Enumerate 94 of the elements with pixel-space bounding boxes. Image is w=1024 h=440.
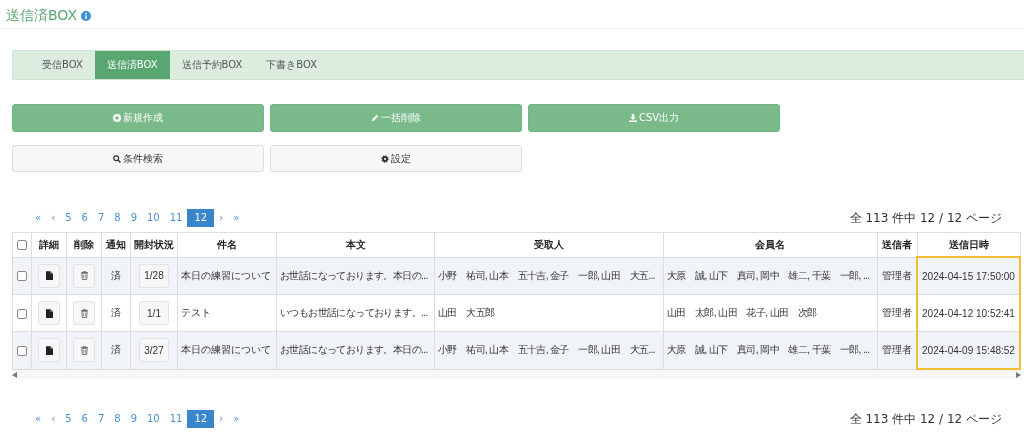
page-link[interactable]: ›	[214, 209, 229, 227]
page-info: 全 113 件中 12 / 12 ページ	[849, 410, 1002, 428]
tab[interactable]: 送信済BOX	[94, 51, 170, 79]
column-header: 詳細	[31, 232, 67, 257]
column-header: 件名	[177, 232, 277, 257]
gear-icon	[381, 154, 389, 163]
table-cell: 済	[111, 307, 121, 318]
page-info: 全 113 件中 12 / 12 ページ	[849, 209, 1002, 227]
column-header: 通知	[101, 232, 131, 257]
action-button[interactable]: 一括削除	[270, 104, 522, 132]
page-link[interactable]: 10	[142, 410, 165, 428]
open-status-button[interactable]: 1/1	[139, 301, 169, 325]
page-link[interactable]: 12	[187, 209, 215, 227]
checkbox[interactable]	[17, 308, 27, 319]
table-cell: 管理者	[882, 307, 912, 318]
trash-icon	[80, 271, 88, 281]
delete-button[interactable]	[73, 301, 95, 325]
delete-button[interactable]	[73, 263, 95, 288]
page-link[interactable]: 5	[60, 209, 77, 227]
table-cell: 管理者	[882, 344, 912, 356]
table-cell: 本日の練習について	[181, 344, 271, 356]
delete-button[interactable]	[73, 338, 95, 363]
scroll-left-icon	[12, 371, 18, 378]
table-cell: お世話になっております。本日の...	[280, 269, 428, 281]
page-link[interactable]: 9	[125, 410, 142, 428]
table-cell: 山田 大五郎	[438, 307, 495, 318]
table-cell: 2024-04-09 15:48:52	[922, 344, 1015, 356]
action-button[interactable]: 条件検索	[12, 145, 264, 172]
page-link[interactable]: «	[30, 410, 47, 428]
pencil-icon	[371, 114, 379, 122]
detail-button[interactable]	[38, 301, 60, 325]
page-link[interactable]: 8	[109, 410, 126, 428]
action-button[interactable]: 設定	[270, 145, 522, 172]
document-icon	[45, 345, 53, 355]
open-status-button[interactable]: 3/27	[139, 338, 169, 363]
column-header: 開封状況	[130, 232, 178, 257]
table-cell: 済	[111, 344, 121, 356]
table-cell: 小野 祐司, 山本 五十吉, 金子 一郎, 山田 大五...	[438, 344, 655, 356]
table-cell: 済	[111, 269, 121, 281]
page-link[interactable]: 6	[76, 410, 93, 428]
table-cell: 2024-04-12 10:52:41	[922, 307, 1015, 319]
page-link[interactable]: »	[228, 410, 245, 428]
table-cell: 本日の練習について	[181, 269, 271, 281]
page-link[interactable]: 7	[92, 410, 110, 428]
trash-icon	[80, 308, 88, 318]
tab[interactable]: 受信BOX	[30, 51, 95, 79]
download-icon	[628, 114, 637, 122]
column-header: 削除	[66, 232, 102, 257]
column-header: 本文	[276, 232, 435, 257]
page-link[interactable]: ‹	[46, 410, 61, 428]
column-header: 受取人	[434, 232, 664, 257]
table-cell: テスト	[181, 307, 211, 318]
column-header: 会員名	[663, 232, 878, 257]
checkbox[interactable]	[17, 240, 27, 251]
detail-button[interactable]	[38, 338, 60, 363]
page-link[interactable]: 12	[187, 410, 215, 428]
document-icon	[45, 308, 53, 318]
scroll-right-icon	[1015, 371, 1021, 378]
table-cell: 管理者	[882, 269, 912, 281]
page-link[interactable]: 8	[109, 209, 126, 227]
table-cell: いつもお世話になっております。...	[280, 307, 428, 318]
page-link[interactable]: 9	[125, 209, 142, 227]
action-button[interactable]: CSV出力	[528, 104, 780, 132]
document-icon	[45, 271, 53, 281]
table-cell: 大原 誠, 山下 真司, 岡中 雄二, 千葉 一郎, ...	[666, 269, 870, 281]
table-cell: 2024-04-15 17:50:00	[922, 270, 1015, 282]
page-link[interactable]: «	[30, 209, 47, 227]
open-status-button[interactable]: 1/28	[139, 263, 169, 288]
checkbox[interactable]	[17, 271, 27, 282]
horizontal-scrollbar[interactable]	[12, 370, 1021, 379]
checkbox[interactable]	[17, 345, 27, 356]
column-header: 送信者	[877, 232, 917, 257]
page-link[interactable]: ‹	[46, 209, 61, 227]
page-link[interactable]: »	[228, 209, 245, 227]
plus-circle-icon	[113, 114, 121, 122]
page-link[interactable]: 11	[164, 209, 188, 227]
page-link[interactable]: 5	[60, 410, 77, 428]
page-link[interactable]: 11	[164, 410, 188, 428]
table-cell: お世話になっております。本日の...	[280, 344, 428, 356]
search-icon	[113, 154, 121, 163]
action-button[interactable]: 新規作成	[12, 104, 264, 132]
trash-icon	[80, 345, 88, 355]
tab[interactable]: 下書きBOX	[254, 51, 330, 79]
table-cell: 小野 祐司, 山本 五十吉, 金子 一郎, 山田 大五...	[438, 269, 655, 281]
page-link[interactable]: 7	[92, 209, 110, 227]
detail-button[interactable]	[38, 263, 60, 288]
table-cell: 大原 誠, 山下 真司, 岡中 雄二, 千葉 一郎, ...	[666, 344, 870, 356]
tab[interactable]: 送信予約BOX	[169, 51, 255, 79]
table-cell: 山田 太郎, 山田 花子, 山田 次郎	[666, 307, 817, 318]
page-link[interactable]: 10	[142, 209, 165, 227]
page-link[interactable]: 6	[76, 209, 93, 227]
info-icon	[81, 11, 92, 21]
page-title: 送信済BOX	[6, 7, 78, 25]
page-link[interactable]: ›	[214, 410, 229, 428]
